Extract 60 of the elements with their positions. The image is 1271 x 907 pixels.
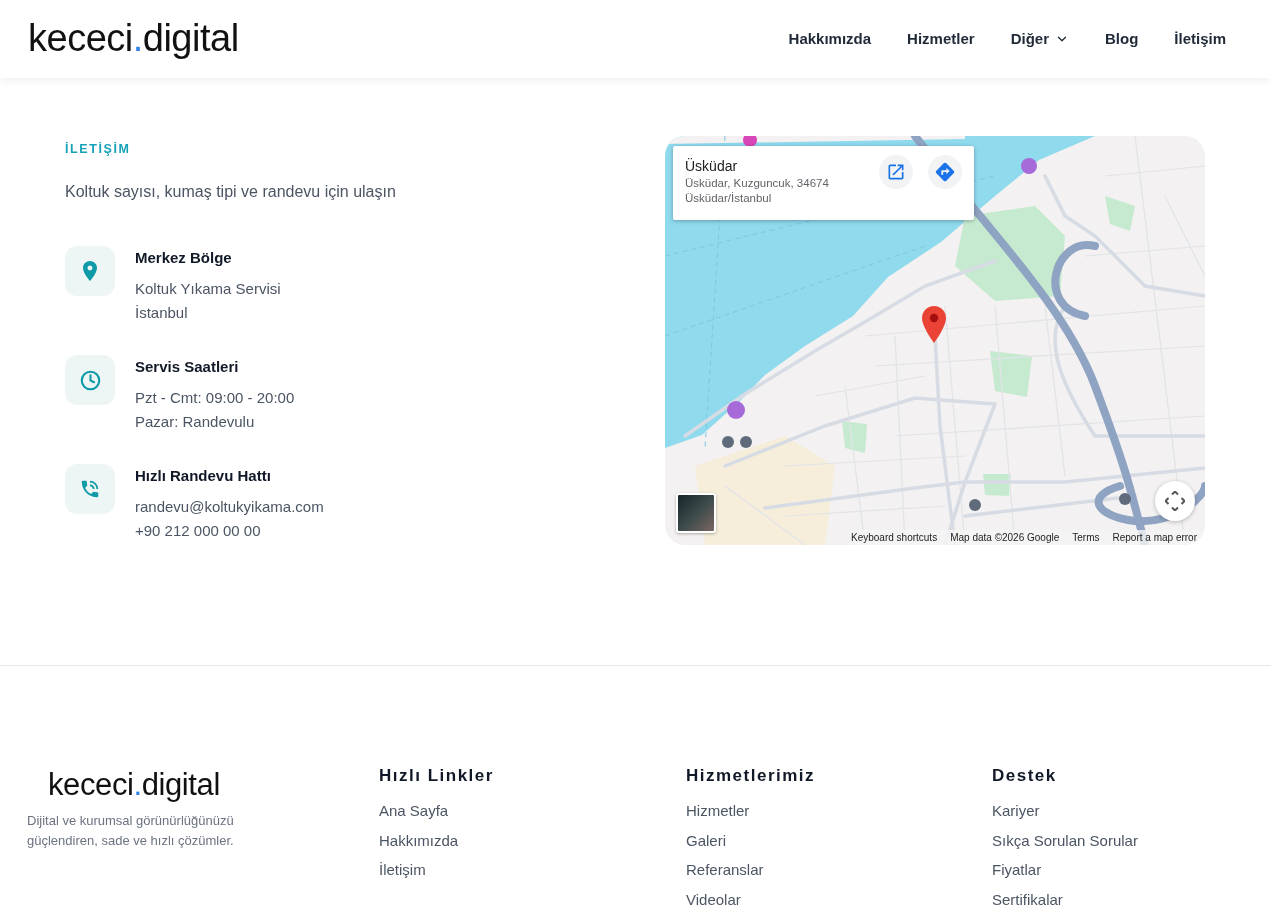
footer-link[interactable]: Galeri [686, 832, 726, 849]
contact-detail-text: İstanbul [135, 303, 188, 323]
site-logo[interactable]: kececi.digital [28, 16, 239, 62]
nav-link[interactable]: Blog [1105, 29, 1139, 49]
footer-link[interactable]: İletişim [379, 862, 426, 878]
park-area [1105, 196, 1135, 231]
footer-link[interactable]: Referanslar [686, 862, 764, 878]
open-in-maps-button[interactable] [879, 155, 913, 189]
footer-link[interactable]: Kariyer [992, 803, 1040, 819]
place-address: Üsküdar, Kuzguncuk, 34674 [685, 176, 829, 191]
contact-detail-text: Pzt - Cmt: 09:00 - 20:00 [135, 388, 295, 408]
station-marker-icon[interactable] [722, 436, 734, 448]
contact-detail-text: randevu@koltukyikama.com [135, 497, 324, 517]
attribution-link[interactable]: Report a map error [1112, 531, 1197, 544]
footer-link[interactable]: Videolar [686, 891, 741, 907]
location-pin-icon [922, 306, 946, 343]
footer-column-title: Hızlı Linkler [379, 765, 494, 787]
attribution-link[interactable]: Terms [1072, 531, 1100, 544]
section-intro: Koltuk sayısı, kumaş tipi ve randevu için ulaşın [65, 182, 396, 202]
nav-link[interactable]: İletişim [1174, 29, 1226, 49]
footer-link[interactable]: Sertifikalar [992, 891, 1063, 907]
footer-link[interactable]: Ana Sayfa [379, 803, 449, 819]
contact-detail-text: Koltuk Yıkama Servisi [135, 279, 281, 299]
contact-detail-text: +90 212 000 00 00 [135, 521, 261, 541]
nav-link[interactable]: Hakkımızda [788, 29, 872, 49]
map-pin-icon [65, 246, 115, 296]
footer-link[interactable]: Sıkça Sorulan Sorular [992, 832, 1138, 849]
footer-link[interactable]: Hakkımızda [379, 832, 459, 849]
directions-icon [934, 161, 956, 183]
contact-item-title: Merkez Bölge [135, 248, 232, 268]
place-marker-icon[interactable] [1021, 158, 1037, 174]
directions-button[interactable] [928, 155, 962, 189]
footer-link[interactable]: Fiyatlar [992, 862, 1042, 878]
phone-call-icon [65, 464, 115, 514]
satellite-thumbnail[interactable] [676, 493, 716, 533]
contact-item-title: Hızlı Randevu Hattı [135, 466, 271, 486]
external-link-icon [886, 162, 906, 182]
place-marker-icon[interactable] [727, 401, 745, 419]
station-marker-icon[interactable] [1119, 493, 1131, 505]
section-eyebrow: İLETİŞİM [65, 141, 131, 158]
park-area [990, 351, 1032, 397]
footer-column-title: Destek [992, 765, 1057, 787]
four-arrows-icon [1165, 491, 1185, 511]
clock-icon [65, 355, 115, 405]
contact-item-title: Servis Saatleri [135, 357, 239, 377]
nav-link[interactable]: Hizmetler [907, 29, 975, 49]
attribution-link[interactable]: Map data ©2026 Google [950, 531, 1060, 544]
place-marker-icon[interactable] [743, 136, 757, 147]
attribution-link[interactable]: Keyboard shortcuts [851, 531, 938, 544]
nav-link[interactable]: Diğer [1010, 29, 1069, 49]
park-area [842, 421, 867, 453]
station-marker-icon[interactable] [740, 436, 752, 448]
station-marker-icon[interactable] [969, 499, 981, 511]
footer-tagline: Dijital ve kurumsal görünürlüğünüzü güçlendiren, sade ve hızlı çözümler. [27, 812, 235, 850]
footer-column-title: Hizmetlerimiz [686, 765, 816, 787]
footer-logo[interactable]: kececi.digital [48, 764, 220, 803]
place-address: Üsküdar/İstanbul [685, 191, 772, 206]
footer-link[interactable]: Hizmetler [686, 803, 750, 819]
place-title: Üsküdar [685, 157, 738, 176]
contact-detail-text: Pazar: Randevulu [135, 412, 255, 432]
